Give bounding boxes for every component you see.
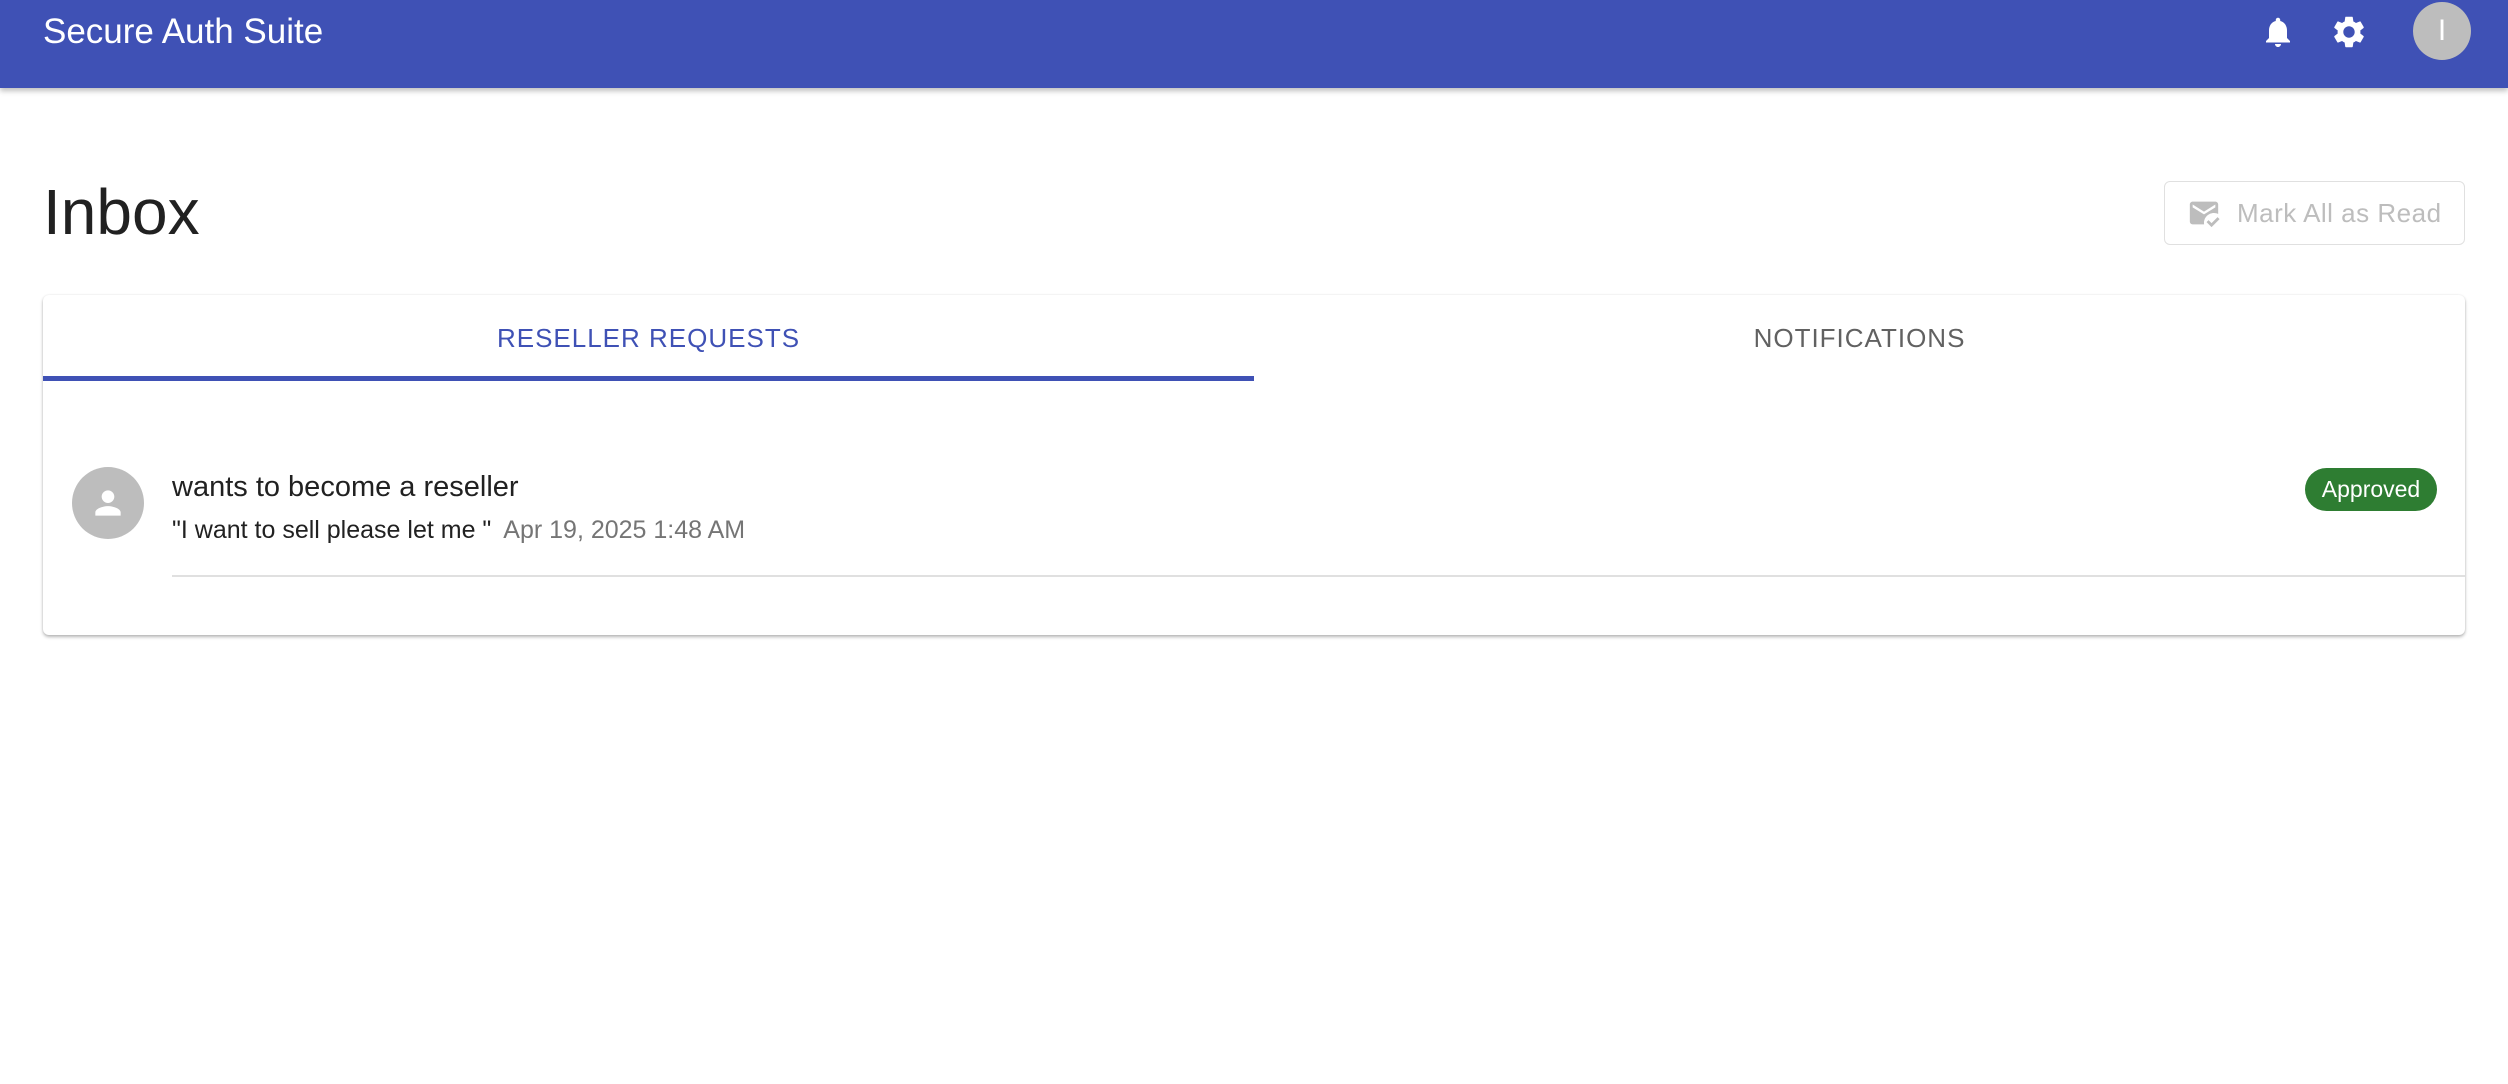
bell-icon[interactable] — [2258, 12, 2298, 52]
avatar — [72, 467, 144, 539]
request-message: "I want to sell please let me " — [172, 516, 492, 544]
status-badge: Approved — [2305, 468, 2437, 511]
tab-indicator — [43, 376, 1254, 381]
request-title: wants to become a reseller — [172, 471, 519, 503]
divider — [172, 575, 2465, 577]
inbox-card: RESELLER REQUESTS NOTIFICATIONS wants to… — [43, 295, 2465, 635]
app-bar: Secure Auth Suite I — [0, 0, 2508, 88]
tab-bar: RESELLER REQUESTS NOTIFICATIONS — [43, 295, 2465, 381]
mark-all-read-button[interactable]: Mark All as Read — [2164, 181, 2465, 245]
mark-email-read-icon — [2187, 196, 2221, 230]
mark-all-read-label: Mark All as Read — [2237, 197, 2442, 228]
request-timestamp: Apr 19, 2025 1:48 AM — [503, 516, 746, 544]
tab-reseller-requests[interactable]: RESELLER REQUESTS — [43, 295, 1254, 381]
user-avatar[interactable]: I — [2413, 2, 2471, 60]
request-secondary: "I want to sell please let me " Apr 19, 2… — [172, 514, 745, 546]
page-title: Inbox — [43, 176, 200, 248]
person-icon — [95, 490, 121, 516]
gear-icon[interactable] — [2329, 12, 2369, 52]
tab-notifications[interactable]: NOTIFICATIONS — [1254, 295, 2465, 381]
app-title: Secure Auth Suite — [43, 12, 324, 51]
